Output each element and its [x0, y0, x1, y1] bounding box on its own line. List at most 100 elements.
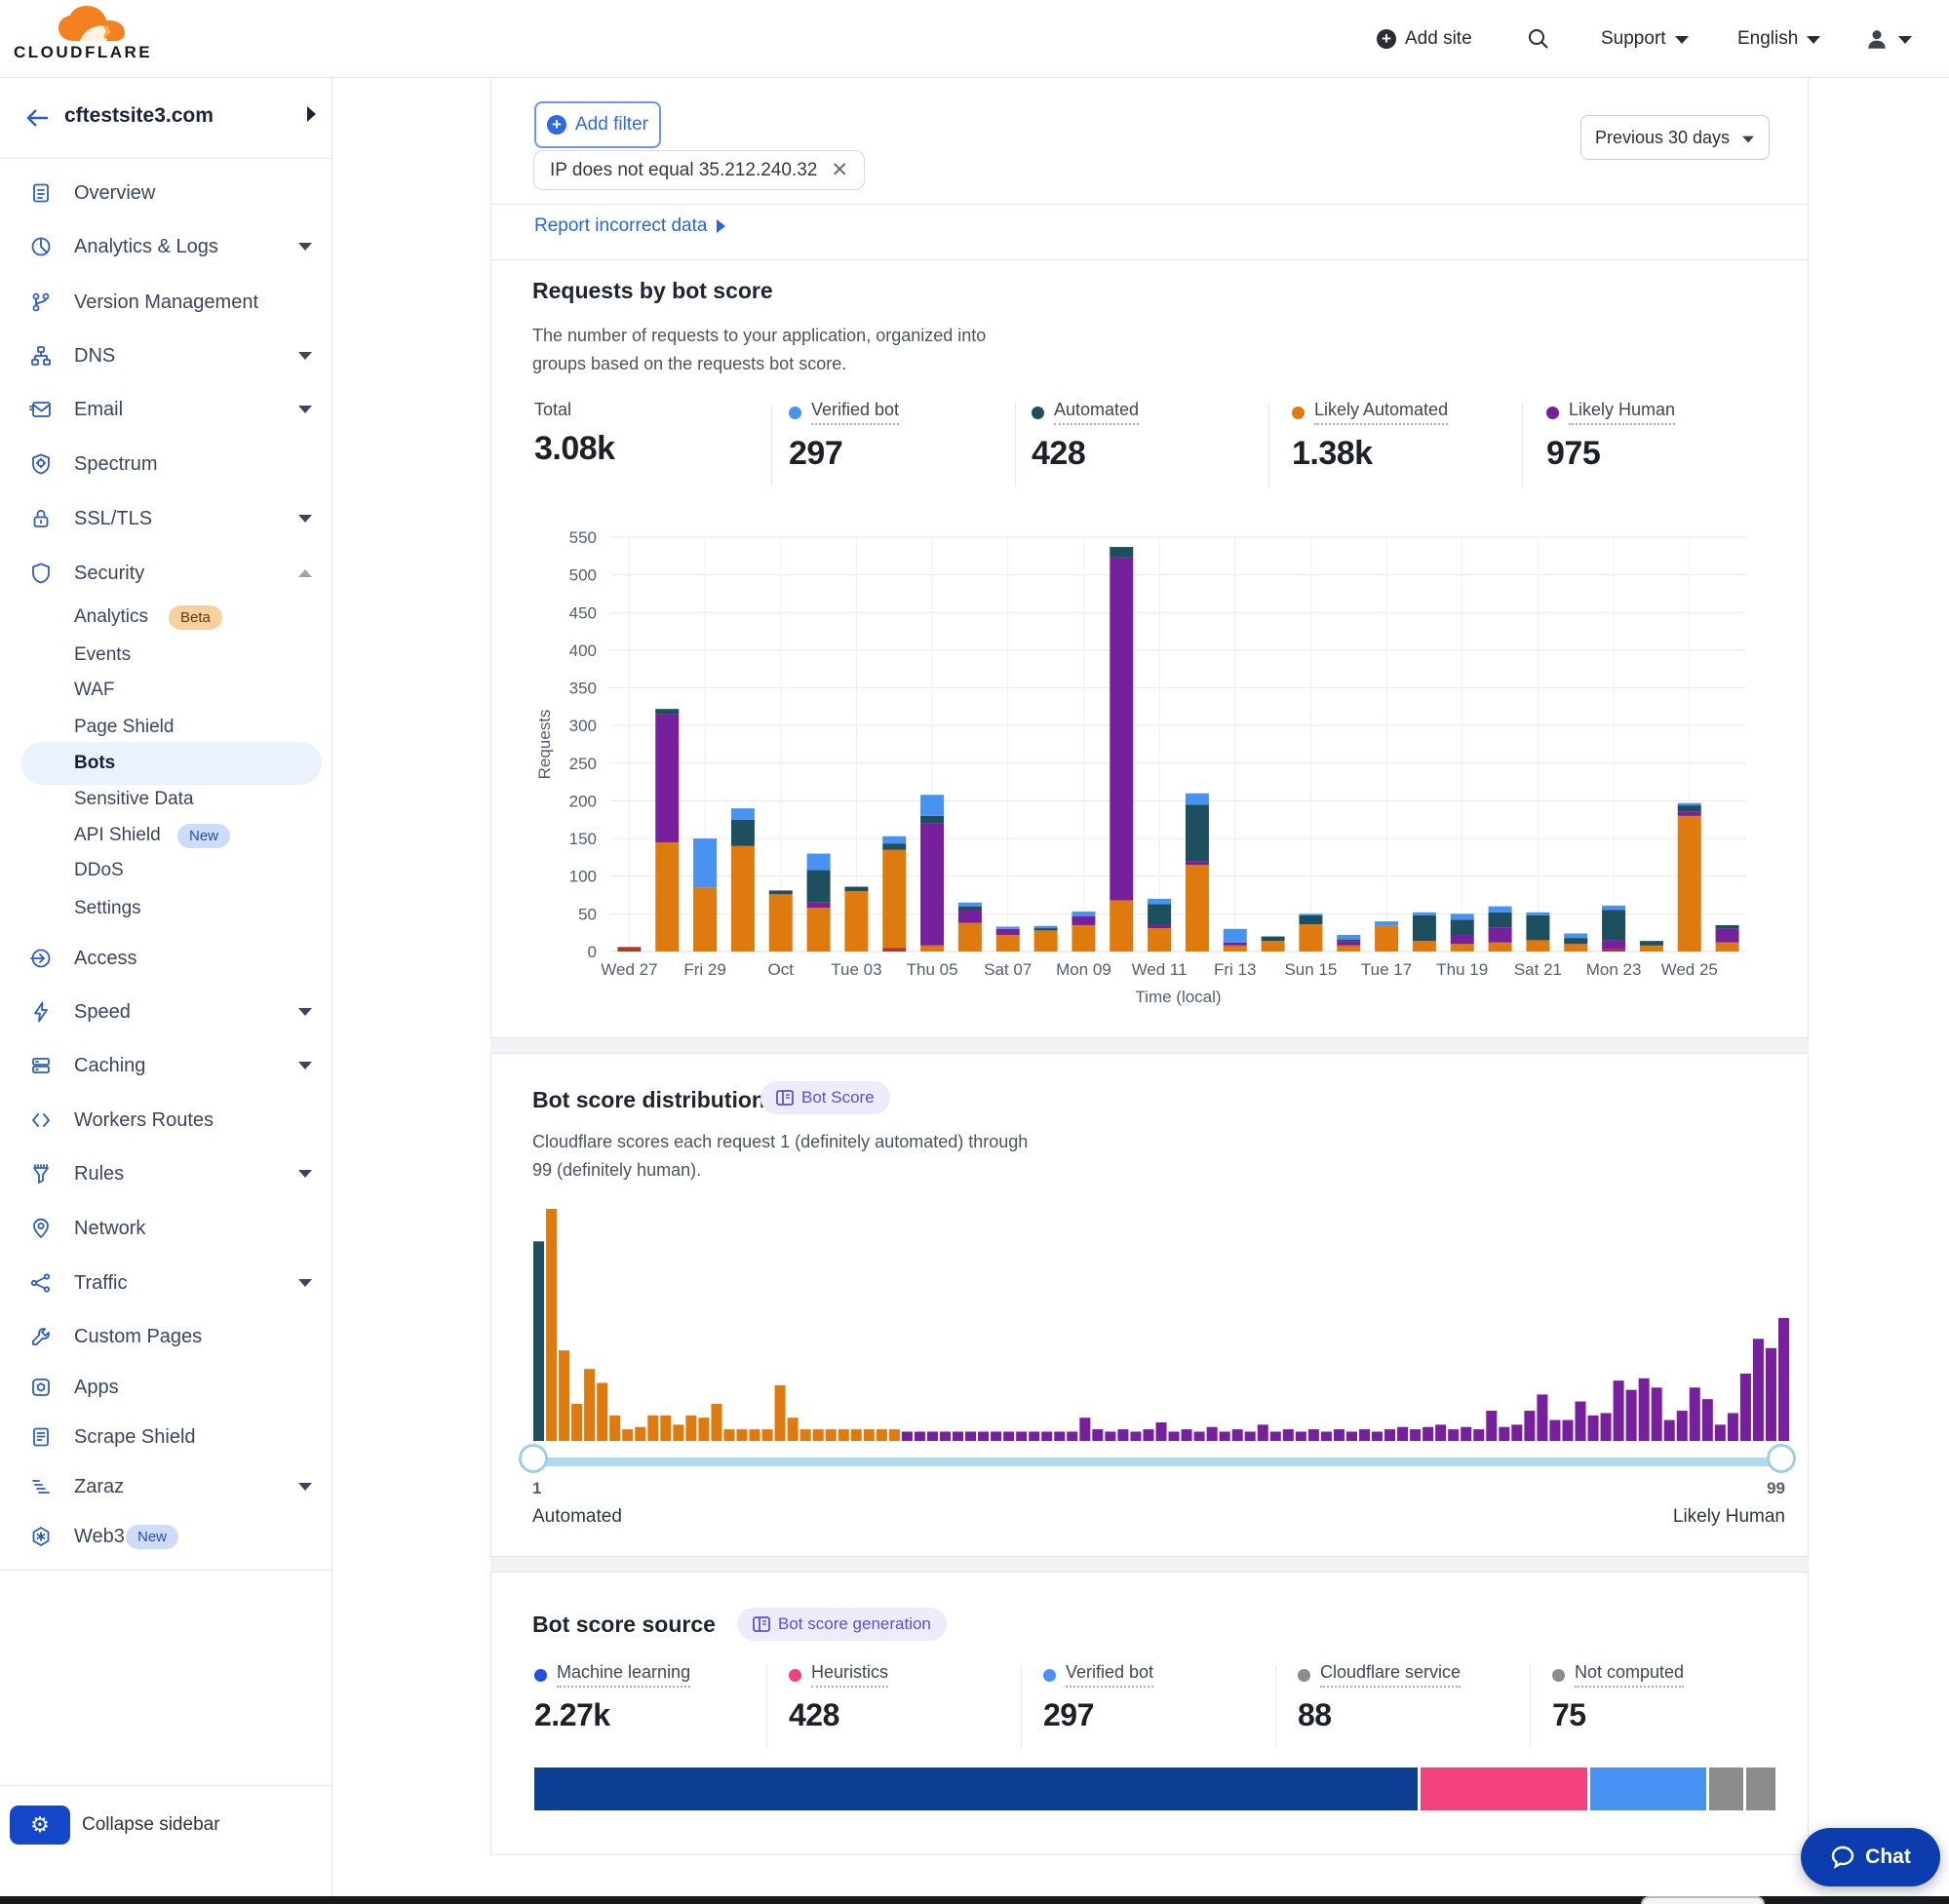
chat-button[interactable]: Chat — [1801, 1828, 1940, 1886]
chevron-down-icon — [298, 1279, 312, 1287]
x-tick-label: Tue 17 — [1361, 960, 1412, 979]
stat-label[interactable]: Automated — [1032, 400, 1139, 425]
sidebar-item-ssl-tls[interactable]: SSL/TLS — [0, 499, 331, 538]
requests-bar-segment — [882, 850, 906, 948]
settings-gear-button[interactable]: ⚙ — [10, 1806, 70, 1845]
sidebar-item-overview[interactable]: Overview — [0, 174, 331, 213]
histogram-bar — [1778, 1318, 1789, 1441]
sidebar-item-dns[interactable]: DNS — [0, 336, 331, 375]
language-menu[interactable]: English — [1737, 0, 1820, 77]
requests-bar-segment — [1413, 913, 1436, 915]
sidebar-item-apps[interactable]: Apps — [0, 1368, 331, 1407]
sidebar-item-zaraz[interactable]: Zaraz — [0, 1467, 331, 1506]
date-range-dropdown[interactable]: Previous 30 days — [1580, 115, 1770, 160]
stat-label[interactable]: Likely Automated — [1292, 400, 1448, 425]
sidebar-item-spectrum[interactable]: Spectrum — [0, 445, 331, 484]
requests-bar-segment — [693, 838, 717, 887]
histogram-bar — [813, 1429, 824, 1441]
close-icon[interactable]: ✕ — [831, 158, 848, 182]
divider — [1015, 404, 1016, 486]
sidebar-item-rules[interactable]: Rules — [0, 1154, 331, 1193]
badge-new: New — [177, 824, 230, 848]
stat-label[interactable]: Not computed — [1552, 1662, 1684, 1688]
stat-machine-learning: Machine learning2.27k — [534, 1662, 690, 1733]
requests-bar-segment — [1489, 913, 1512, 927]
requests-bar-segment — [769, 894, 793, 952]
sidebar-item-web3[interactable]: Web3New — [0, 1517, 331, 1556]
sidebar-item-custom-pages[interactable]: Custom Pages — [0, 1317, 331, 1356]
sidebar-item-analytics-logs[interactable]: Analytics & Logs — [0, 227, 331, 266]
y-tick-label: 400 — [569, 641, 597, 660]
add-filter-button[interactable]: + Add filter — [534, 101, 661, 148]
requests-bar-segment — [769, 890, 793, 894]
section-title: Requests by bot score — [532, 278, 773, 304]
sidebar-item-ddos[interactable]: DDoS — [0, 851, 331, 890]
bot-score-source-panel: Bot score source Bot score generation Ma… — [490, 1572, 1809, 1855]
histogram-bar — [1435, 1424, 1446, 1441]
requests-bar-segment — [1640, 941, 1663, 946]
score-slider-handle-max[interactable] — [1767, 1444, 1796, 1473]
bot-score-generation-badge[interactable]: Bot score generation — [737, 1608, 947, 1641]
requests-bar-segment — [1110, 900, 1133, 952]
sidebar-item-page-shield[interactable]: Page Shield — [0, 708, 331, 747]
sidebar-item-bots[interactable]: Bots — [0, 744, 331, 783]
x-axis-title: Time (local) — [1135, 988, 1221, 1006]
stat-value: 3.08k — [534, 430, 615, 468]
stat-label: Total — [534, 400, 571, 420]
legend-dot — [789, 407, 801, 419]
access-icon — [29, 947, 53, 970]
sidebar-item-settings[interactable]: Settings — [0, 889, 331, 928]
sidebar-item-network[interactable]: Network — [0, 1209, 331, 1248]
stat-label[interactable]: Verified bot — [1043, 1662, 1153, 1688]
badge-beta: Beta — [169, 605, 222, 630]
stat-label[interactable]: Machine learning — [534, 1662, 690, 1688]
source-bar-segment-cloudflare-service — [1709, 1768, 1743, 1810]
sidebar-item-traffic[interactable]: Traffic — [0, 1263, 331, 1302]
user-icon — [1864, 26, 1890, 52]
back-arrow-icon[interactable] — [25, 106, 51, 130]
histogram-bar — [1423, 1427, 1433, 1441]
plus-icon: + — [1377, 29, 1396, 49]
add-site-button[interactable]: + Add site — [1377, 0, 1472, 77]
sidebar-item-scrape-shield[interactable]: Scrape Shield — [0, 1418, 331, 1457]
histogram-bar — [685, 1416, 696, 1441]
support-menu[interactable]: Support — [1601, 0, 1689, 77]
score-slider-handle-min[interactable] — [519, 1444, 548, 1473]
site-expand-icon[interactable] — [307, 106, 316, 122]
histogram-bar — [1321, 1431, 1332, 1441]
stat-label[interactable]: Heuristics — [789, 1662, 888, 1688]
sidebar-item-label: Scrape Shield — [74, 1426, 196, 1449]
report-incorrect-data-link[interactable]: Report incorrect data — [534, 215, 725, 237]
sidebar-item-events[interactable]: Events — [0, 636, 331, 675]
requests-bar-segment — [1564, 944, 1587, 952]
requests-bar-segment — [882, 844, 906, 850]
traffic-icon — [29, 1271, 53, 1295]
sidebar-item-email[interactable]: Email — [0, 390, 331, 429]
score-slider-track[interactable] — [532, 1457, 1785, 1466]
sidebar-item-sensitive-data[interactable]: Sensitive Data — [0, 780, 331, 819]
collapse-sidebar-button[interactable]: ⚙ Collapse sidebar — [0, 1806, 331, 1864]
site-selector[interactable]: cftestsite3.com — [0, 77, 331, 158]
stat-label[interactable]: Cloudflare service — [1298, 1662, 1461, 1688]
sidebar-item-label: Rules — [74, 1163, 124, 1185]
filter-chip[interactable]: IP does not equal 35.212.240.32 ✕ — [533, 150, 865, 190]
bot-score-badge[interactable]: Bot Score — [760, 1081, 890, 1114]
sidebar-item-waf[interactable]: WAF — [0, 671, 331, 710]
apps-icon — [29, 1376, 53, 1399]
account-menu[interactable] — [1864, 0, 1912, 77]
sidebar-item-version-management[interactable]: Version Management — [0, 283, 331, 322]
sidebar-item-caching[interactable]: Caching — [0, 1046, 331, 1085]
sidebar-item-security[interactable]: Security — [0, 554, 331, 593]
search-button[interactable] — [1527, 0, 1550, 77]
sidebar-item-analytics[interactable]: AnalyticsBeta — [0, 598, 331, 637]
sidebar-item-speed[interactable]: Speed — [0, 992, 331, 1031]
x-tick-label: Fri 29 — [683, 960, 725, 979]
sidebar-item-label: SSL/TLS — [74, 508, 152, 530]
stat-label[interactable]: Verified bot — [789, 400, 899, 425]
sidebar-item-access[interactable]: Access — [0, 939, 331, 978]
sidebar-item-api-shield[interactable]: API ShieldNew — [0, 816, 331, 855]
histogram-bar — [1258, 1424, 1268, 1441]
histogram-bar — [635, 1427, 645, 1441]
stat-label[interactable]: Likely Human — [1546, 400, 1675, 425]
sidebar-item-workers-routes[interactable]: Workers Routes — [0, 1101, 331, 1140]
